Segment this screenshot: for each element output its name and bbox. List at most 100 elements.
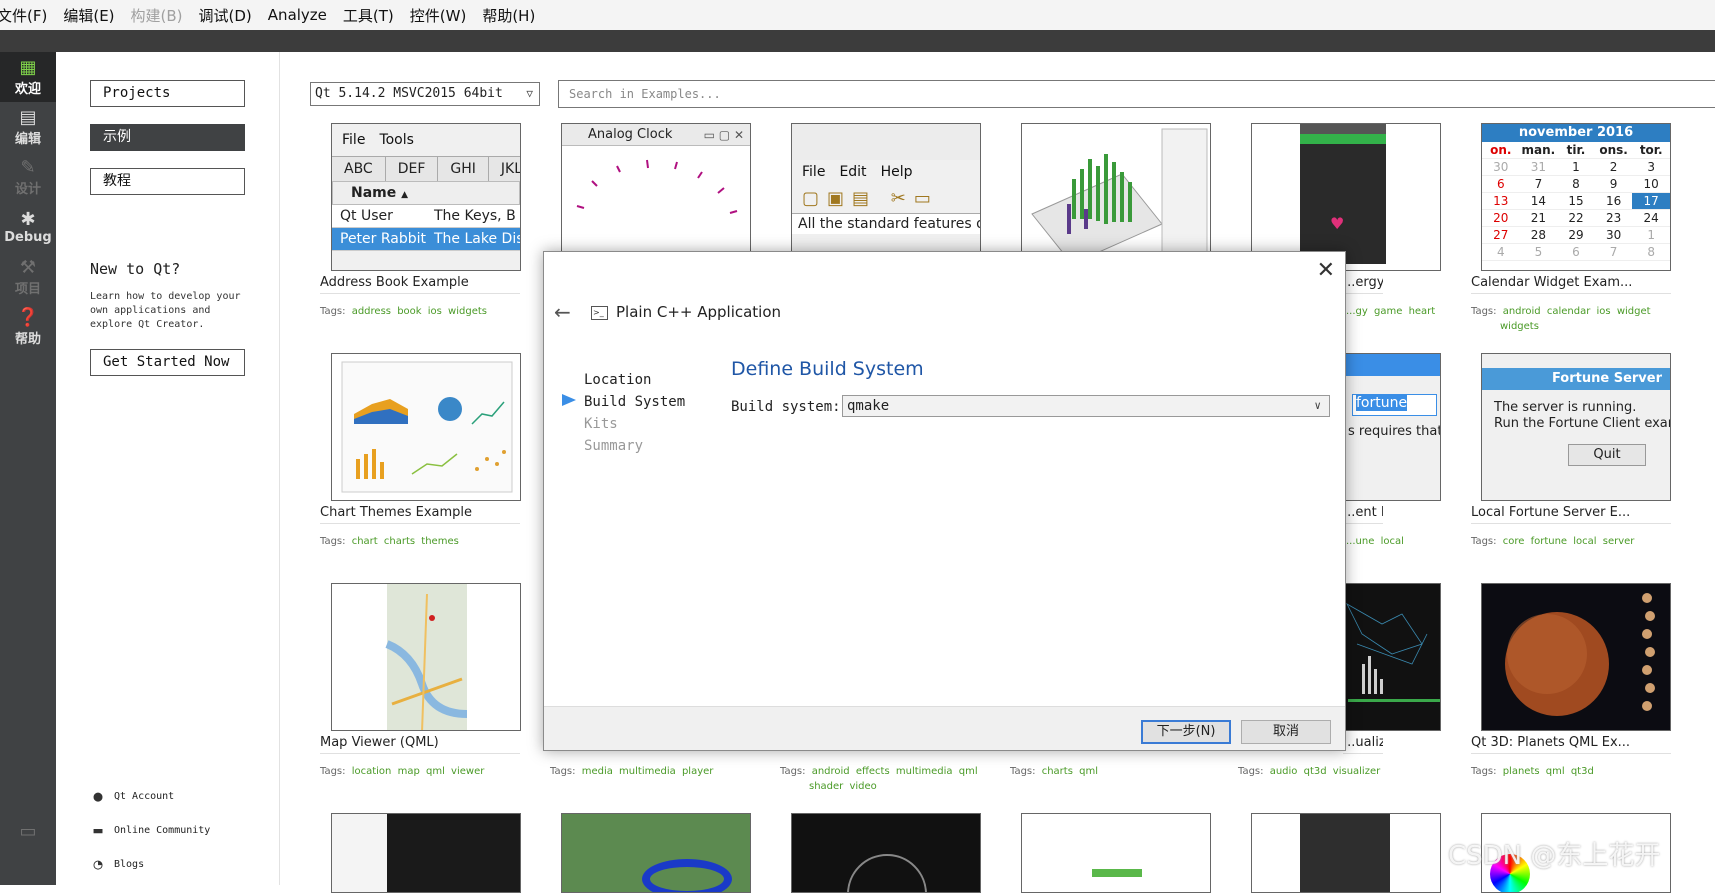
tag[interactable]: game xyxy=(1374,306,1402,317)
tag[interactable]: planets xyxy=(1503,766,1540,777)
tag[interactable]: local xyxy=(1573,536,1596,547)
example-thumb-row4-2[interactable] xyxy=(561,813,751,893)
tag[interactable]: ios xyxy=(428,306,442,317)
menu-edit[interactable]: 编辑(E) xyxy=(55,5,122,26)
tag[interactable]: qml xyxy=(1546,766,1565,777)
menu-help[interactable]: 帮助(H) xyxy=(474,5,543,26)
tag[interactable]: visualizer xyxy=(1333,766,1380,777)
tag[interactable]: ios xyxy=(1597,306,1611,317)
cal-day: 28 xyxy=(1519,227,1558,244)
example-thumb-analog-clock[interactable]: Analog Clock ▭ ▢ ✕ xyxy=(561,123,751,271)
get-started-button[interactable]: Get Started Now xyxy=(90,349,245,376)
tag[interactable]: heart xyxy=(1409,306,1436,317)
search-input[interactable]: Search in Examples... xyxy=(558,80,1715,108)
example-thumb-address-book[interactable]: File Tools ABC DEF GHI JKL Name ▲ Qt Use… xyxy=(331,123,521,271)
monitor-icon: ▭ xyxy=(19,821,37,842)
tag[interactable]: viewer xyxy=(451,766,484,777)
mode-debug[interactable]: ✱ Debug xyxy=(0,202,56,252)
example-title-chart-themes[interactable]: Chart Themes Example xyxy=(320,505,520,524)
tag[interactable]: media xyxy=(582,766,613,777)
example-title-address-book[interactable]: Address Book Example xyxy=(320,275,520,294)
examples-button[interactable]: 示例 xyxy=(90,124,245,151)
tag[interactable]: charts xyxy=(384,536,415,547)
help-icon: ❓ xyxy=(16,306,40,328)
example-title-visualizer[interactable]: ...ualizer... xyxy=(1343,735,1383,754)
example-thumb-planets[interactable] xyxy=(1481,583,1671,731)
tag[interactable]: local xyxy=(1381,536,1404,547)
tutorials-button[interactable]: 教程 xyxy=(90,168,245,195)
tag[interactable]: core xyxy=(1503,536,1525,547)
example-title-energy[interactable]: ...ergy ... xyxy=(1343,275,1383,294)
menu-file[interactable]: 文件(F) xyxy=(0,5,55,26)
mode-projects[interactable]: ⚒ 项目 xyxy=(0,252,56,302)
tag[interactable]: fortune xyxy=(1531,536,1568,547)
menu-tools[interactable]: 工具(T) xyxy=(335,5,402,26)
tag[interactable]: widgets xyxy=(1500,321,1539,332)
tag[interactable]: charts xyxy=(1042,766,1073,777)
tag[interactable]: audio xyxy=(1270,766,1298,777)
tag[interactable]: video xyxy=(849,781,876,792)
tag[interactable]: chart xyxy=(352,536,378,547)
tag[interactable]: qml xyxy=(426,766,445,777)
mode-edit[interactable]: ▤ 编辑 xyxy=(0,102,56,152)
mode-welcome[interactable]: ▦ 欢迎 xyxy=(0,52,56,102)
tag[interactable]: widgets xyxy=(448,306,487,317)
tag[interactable]: ...une xyxy=(1346,536,1374,547)
tag[interactable]: qt3d xyxy=(1571,766,1594,777)
menu-debug[interactable]: 调试(D) xyxy=(191,5,260,26)
example-thumb-calendar[interactable]: november 2016 on. man. tir. ons. tor. 30 31 1 2 3… xyxy=(1481,123,1671,271)
target-selector[interactable]: ▭ xyxy=(0,807,56,857)
example-title-calendar[interactable]: Calendar Widget Exam... xyxy=(1471,275,1671,294)
tag[interactable]: themes xyxy=(421,536,459,547)
example-thumb-chart-themes[interactable] xyxy=(331,353,521,501)
example-thumb-fortune-server[interactable]: Fortune Server The server is running. Ru… xyxy=(1481,353,1671,501)
online-community-link[interactable]: ▬ Online Community xyxy=(90,821,210,839)
example-title-fortune-client[interactable]: ...ent Ex... xyxy=(1343,505,1383,524)
example-thumb-energy[interactable]: ♥ xyxy=(1251,123,1441,271)
tag[interactable]: multimedia xyxy=(896,766,953,777)
cancel-button[interactable]: 取消 xyxy=(1241,720,1331,744)
tag[interactable]: effects xyxy=(856,766,890,777)
menu-build[interactable]: 构建(B) xyxy=(123,5,191,26)
example-thumb-main-window[interactable]: File Edit Help ▢▣▤ ✂▭ All the standard f… xyxy=(791,123,981,271)
tag[interactable]: book xyxy=(397,306,421,317)
example-thumb-row4-5[interactable] xyxy=(1251,813,1441,893)
menu-analyze[interactable]: Analyze xyxy=(260,6,335,24)
example-thumb-row4-1[interactable] xyxy=(331,813,521,893)
tag[interactable]: multimedia xyxy=(619,766,676,777)
tag[interactable]: qt3d xyxy=(1304,766,1327,777)
tag[interactable]: player xyxy=(682,766,713,777)
close-icon[interactable]: ✕ xyxy=(1317,258,1335,283)
next-button[interactable]: 下一步(N) xyxy=(1141,720,1231,744)
example-title-fortune-server[interactable]: Local Fortune Server E... xyxy=(1471,505,1671,524)
qt-version-combo[interactable]: Qt 5.14.2 MSVC2015 64bit ▽ xyxy=(310,82,540,106)
back-arrow-icon[interactable]: ← xyxy=(554,300,571,324)
build-system-combo[interactable]: qmake ∨ xyxy=(842,395,1330,417)
mode-design[interactable]: ✎ 设计 xyxy=(0,152,56,202)
tag[interactable]: ...gy xyxy=(1346,306,1368,317)
mode-help[interactable]: ❓ 帮助 xyxy=(0,302,56,352)
tag[interactable]: calendar xyxy=(1547,306,1590,317)
tag[interactable]: address xyxy=(352,306,391,317)
qt-account-link[interactable]: ● Qt Account xyxy=(90,787,174,805)
tag[interactable]: qml xyxy=(959,766,978,777)
tag[interactable]: location xyxy=(352,766,392,777)
tag[interactable]: widget xyxy=(1617,306,1651,317)
example-thumb-row4-4[interactable] xyxy=(1021,813,1211,893)
example-thumb-row4-3[interactable] xyxy=(791,813,981,893)
example-title-map-viewer[interactable]: Map Viewer (QML) xyxy=(320,735,520,754)
tag[interactable]: qml xyxy=(1079,766,1098,777)
blogs-link[interactable]: ◔ Blogs xyxy=(90,855,144,873)
projects-button[interactable]: Projects xyxy=(90,80,245,107)
tag[interactable]: shader xyxy=(809,781,843,792)
heart-icon: ♥ xyxy=(1330,214,1345,233)
example-title-planets[interactable]: Qt 3D: Planets QML Ex... xyxy=(1471,735,1671,754)
menu-widgets[interactable]: 控件(W) xyxy=(402,5,475,26)
tag[interactable]: server xyxy=(1603,536,1635,547)
example-thumb-map-viewer[interactable] xyxy=(331,583,521,731)
example-tags-calendar: Tags: android calendar ios widget widget… xyxy=(1471,304,1671,334)
tag[interactable]: android xyxy=(1503,306,1541,317)
example-thumb-3d-bars[interactable] xyxy=(1021,123,1211,271)
tag[interactable]: android xyxy=(812,766,850,777)
tag[interactable]: map xyxy=(398,766,420,777)
